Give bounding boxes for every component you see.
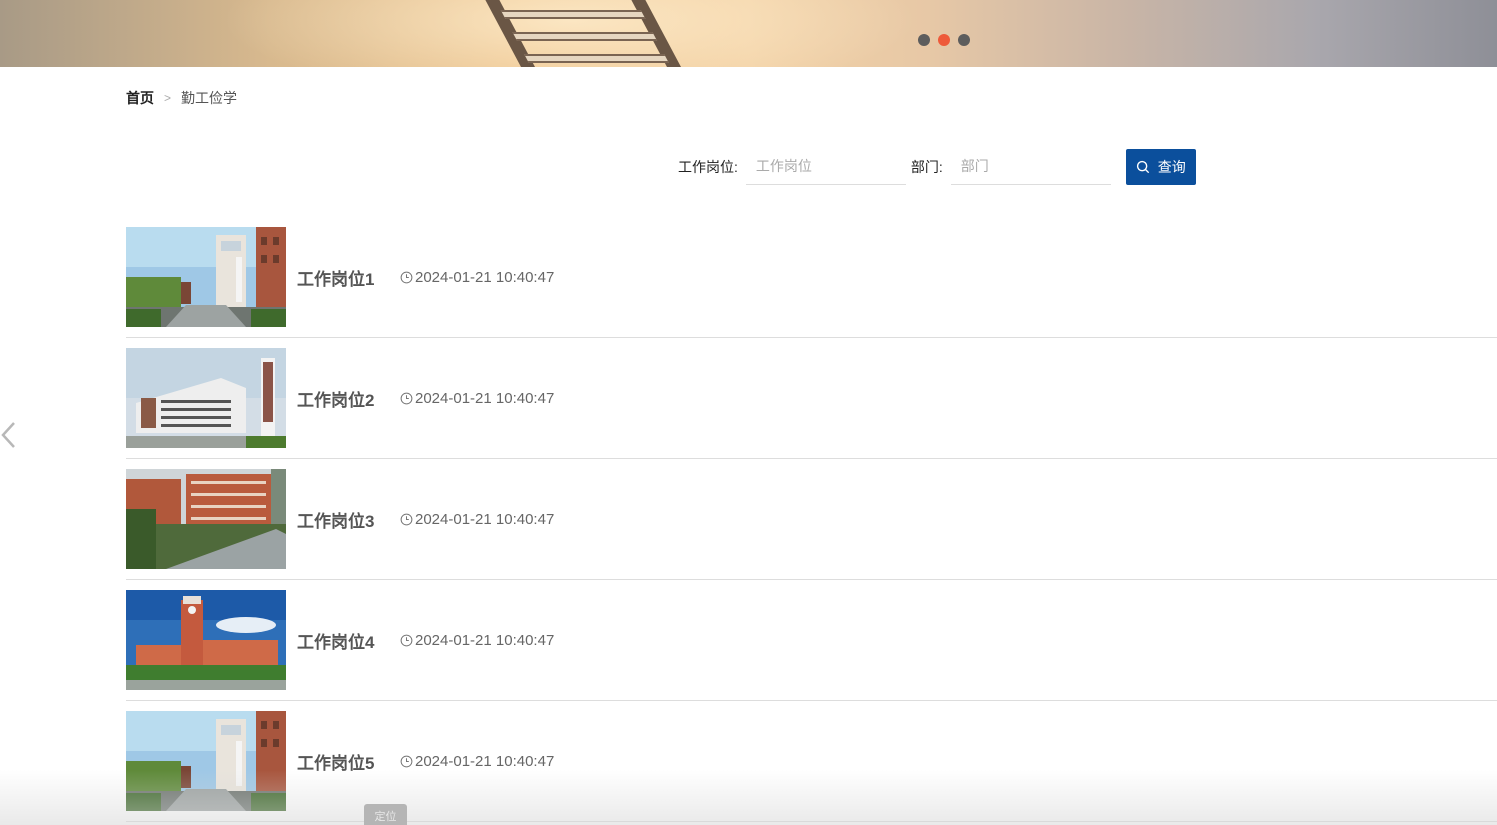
job-title[interactable]: 工作岗位4 (297, 628, 400, 653)
job-list: 工作岗位1 2024-01-21 10:40:47 工作岗位2 2024-01-… (126, 217, 1497, 822)
breadcrumb: 首页 > 勤工俭学 (126, 88, 237, 108)
job-time: 2024-01-21 10:40:47 (400, 390, 554, 407)
chevron-left-icon[interactable] (0, 420, 20, 450)
list-item[interactable]: 工作岗位1 2024-01-21 10:40:47 (126, 217, 1497, 338)
clock-icon (400, 392, 413, 404)
breadcrumb-current: 勤工俭学 (181, 90, 238, 106)
carousel-dot-1[interactable] (918, 34, 930, 46)
job-thumbnail[interactable] (126, 227, 286, 327)
breadcrumb-home-link[interactable]: 首页 (126, 88, 154, 108)
search-bar: 工作岗位: 部门: 查询 (678, 148, 1196, 185)
list-item[interactable]: 工作岗位2 2024-01-21 10:40:47 (126, 338, 1497, 459)
job-thumbnail[interactable] (126, 469, 286, 569)
clock-icon (400, 271, 413, 283)
position-label: 工作岗位: (678, 158, 738, 175)
job-title[interactable]: 工作岗位2 (297, 386, 400, 411)
list-item[interactable]: 工作岗位3 2024-01-21 10:40:47 (126, 459, 1497, 580)
job-time-text: 2024-01-21 10:40:47 (415, 389, 555, 407)
department-label: 部门: (910, 158, 943, 175)
job-time-text: 2024-01-21 10:40:47 (415, 752, 555, 770)
job-time-text: 2024-01-21 10:40:47 (415, 510, 555, 528)
job-thumbnail[interactable] (126, 348, 286, 448)
job-time: 2024-01-21 10:40:47 (400, 511, 554, 528)
clock-icon (400, 634, 413, 646)
job-time-text: 2024-01-21 10:40:47 (415, 268, 555, 286)
clock-icon (400, 755, 413, 767)
query-button[interactable]: 查询 (1125, 148, 1196, 185)
list-item[interactable]: 工作岗位5 2024-01-21 10:40:47 (126, 701, 1497, 822)
job-title[interactable]: 工作岗位1 (297, 265, 400, 290)
department-input[interactable] (950, 148, 1111, 185)
clock-icon (400, 513, 413, 525)
job-time: 2024-01-21 10:40:47 (400, 269, 554, 286)
carousel-dot-3[interactable] (958, 34, 970, 46)
banner-carousel (0, 0, 1497, 67)
carousel-dots (918, 34, 970, 46)
locate-button[interactable]: 定位 (364, 804, 407, 825)
carousel-dot-2[interactable] (938, 34, 950, 46)
job-time-text: 2024-01-21 10:40:47 (415, 631, 555, 649)
job-time: 2024-01-21 10:40:47 (400, 753, 554, 770)
job-title[interactable]: 工作岗位5 (297, 749, 400, 774)
job-time: 2024-01-21 10:40:47 (400, 632, 554, 649)
job-title[interactable]: 工作岗位3 (297, 507, 400, 532)
job-thumbnail[interactable] (126, 711, 286, 811)
job-thumbnail[interactable] (126, 590, 286, 690)
breadcrumb-separator: > (164, 91, 172, 105)
position-input[interactable] (745, 148, 906, 185)
query-button-label: 查询 (1157, 158, 1186, 175)
search-icon (1136, 160, 1149, 173)
list-item[interactable]: 工作岗位4 2024-01-21 10:40:47 (126, 580, 1497, 701)
